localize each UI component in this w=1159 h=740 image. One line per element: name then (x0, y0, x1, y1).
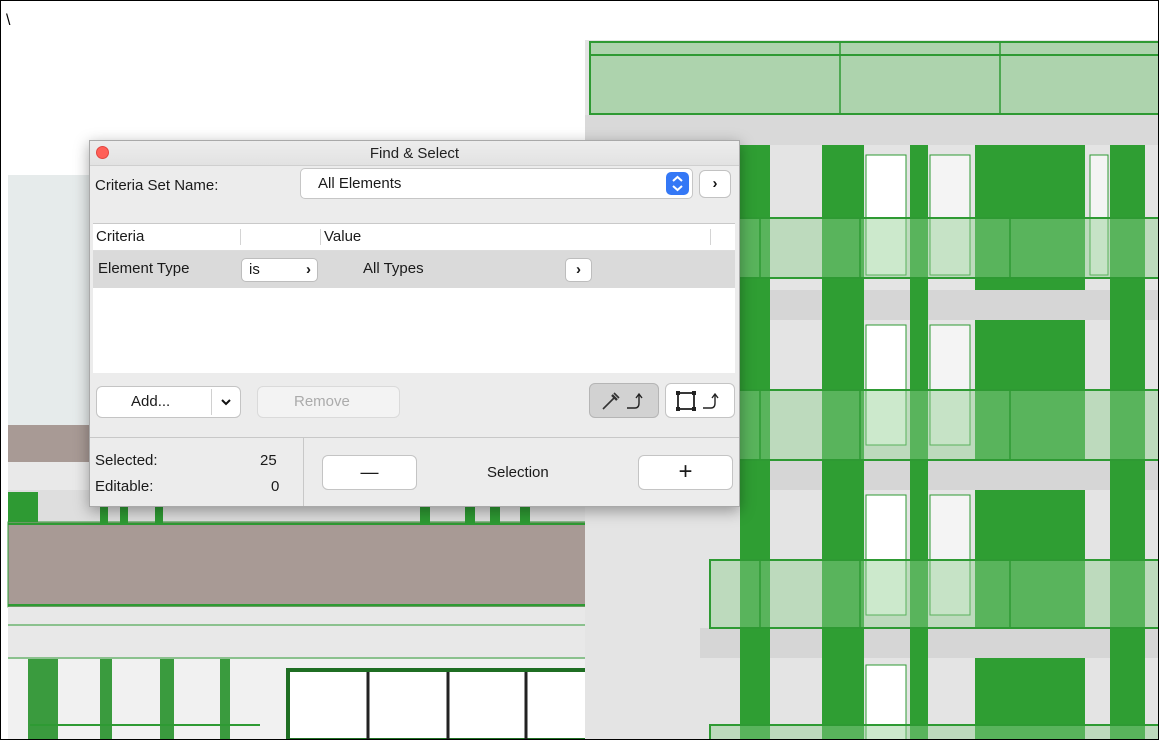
title-bar[interactable]: Find & Select (90, 141, 739, 166)
footer-column-divider (303, 438, 304, 506)
stepper-icon[interactable] (666, 172, 689, 195)
footer-divider (90, 437, 739, 438)
minus-icon: — (360, 462, 379, 482)
add-split-divider (211, 389, 212, 415)
chevron-right-icon: › (306, 261, 311, 278)
criteria-set-menu-button[interactable]: › (699, 170, 731, 198)
chevron-down-icon[interactable] (220, 397, 232, 407)
selection-label: Selection (487, 464, 549, 481)
criteria-table: Criteria Value Element Type is › All Typ… (93, 223, 735, 373)
criterion-name: Element Type (98, 260, 190, 277)
editable-label: Editable: (95, 478, 154, 495)
add-button[interactable]: Add... (96, 386, 241, 418)
find-select-dialog: Find & Select Criteria Set Name: All Ele… (89, 140, 740, 507)
selected-count: 25 (260, 452, 277, 469)
operator-popup[interactable]: is › (241, 258, 318, 282)
plus-icon: + (678, 458, 693, 485)
add-button-label: Add... (131, 393, 171, 410)
editable-count: 0 (271, 478, 280, 495)
marquee-transfer-icon (676, 391, 719, 411)
column-divider (710, 229, 711, 245)
add-to-selection-button[interactable]: + (638, 455, 733, 490)
criterion-value: All Types (363, 260, 424, 277)
selected-label: Selected: (95, 452, 158, 469)
remove-button-label: Remove (294, 393, 350, 410)
eyedropper-transfer-icon (602, 392, 643, 410)
table-row[interactable]: Element Type is › All Types › (93, 251, 735, 288)
column-divider (240, 229, 241, 245)
header-value[interactable]: Value (324, 228, 361, 245)
criteria-set-value: All Elements (318, 175, 402, 192)
canvas[interactable]: \ Find & Select Criteria Set Name: All E… (0, 0, 1159, 740)
marquee-transfer-button[interactable] (665, 383, 735, 418)
criteria-set-label: Criteria Set Name: (95, 177, 219, 194)
chevron-right-icon: › (576, 261, 581, 278)
remove-button[interactable]: Remove (257, 386, 400, 418)
table-header: Criteria Value (93, 224, 735, 251)
value-menu-button[interactable]: › (565, 258, 592, 282)
criteria-set-popup[interactable]: All Elements (300, 168, 693, 199)
chevron-right-icon: › (712, 175, 718, 192)
eyedropper-transfer-button[interactable] (589, 383, 659, 418)
column-divider (320, 229, 321, 245)
corner-mark: \ (6, 12, 11, 29)
remove-from-selection-button[interactable]: — (322, 455, 417, 490)
dialog-title: Find & Select (369, 145, 460, 162)
header-criteria[interactable]: Criteria (96, 228, 144, 245)
operator-value: is (249, 261, 260, 278)
